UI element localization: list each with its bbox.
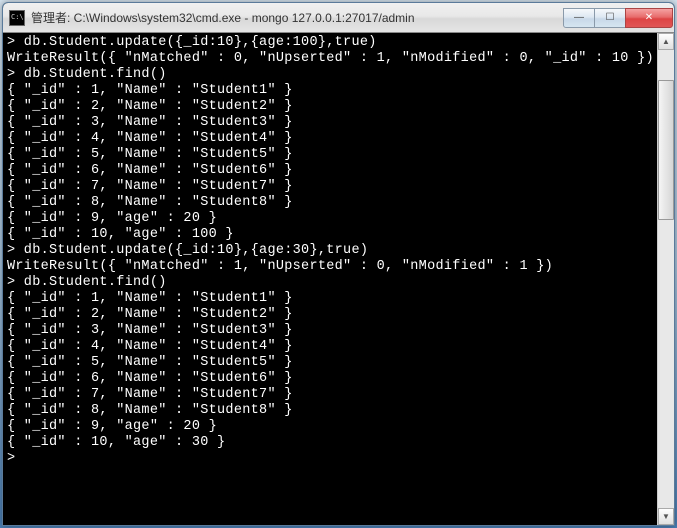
close-button[interactable]: ✕	[625, 8, 673, 28]
scroll-thumb[interactable]	[658, 80, 674, 220]
window-title: 管理者: C:\Windows\system32\cmd.exe - mongo…	[31, 9, 564, 26]
scroll-up-button[interactable]: ▲	[658, 33, 674, 50]
terminal-area: > db.Student.update({_id:10},{age:100},t…	[3, 33, 674, 525]
minimize-button[interactable]: —	[563, 8, 595, 28]
command-prompt-window: 管理者: C:\Windows\system32\cmd.exe - mongo…	[2, 2, 675, 526]
cmd-icon	[9, 10, 25, 26]
titlebar[interactable]: 管理者: C:\Windows\system32\cmd.exe - mongo…	[3, 3, 674, 33]
scroll-down-button[interactable]: ▼	[658, 508, 674, 525]
maximize-button[interactable]: ☐	[594, 8, 626, 28]
window-controls: — ☐ ✕	[564, 8, 673, 28]
vertical-scrollbar[interactable]: ▲ ▼	[657, 33, 674, 525]
scroll-track[interactable]	[658, 50, 674, 508]
terminal-output[interactable]: > db.Student.update({_id:10},{age:100},t…	[3, 33, 657, 525]
